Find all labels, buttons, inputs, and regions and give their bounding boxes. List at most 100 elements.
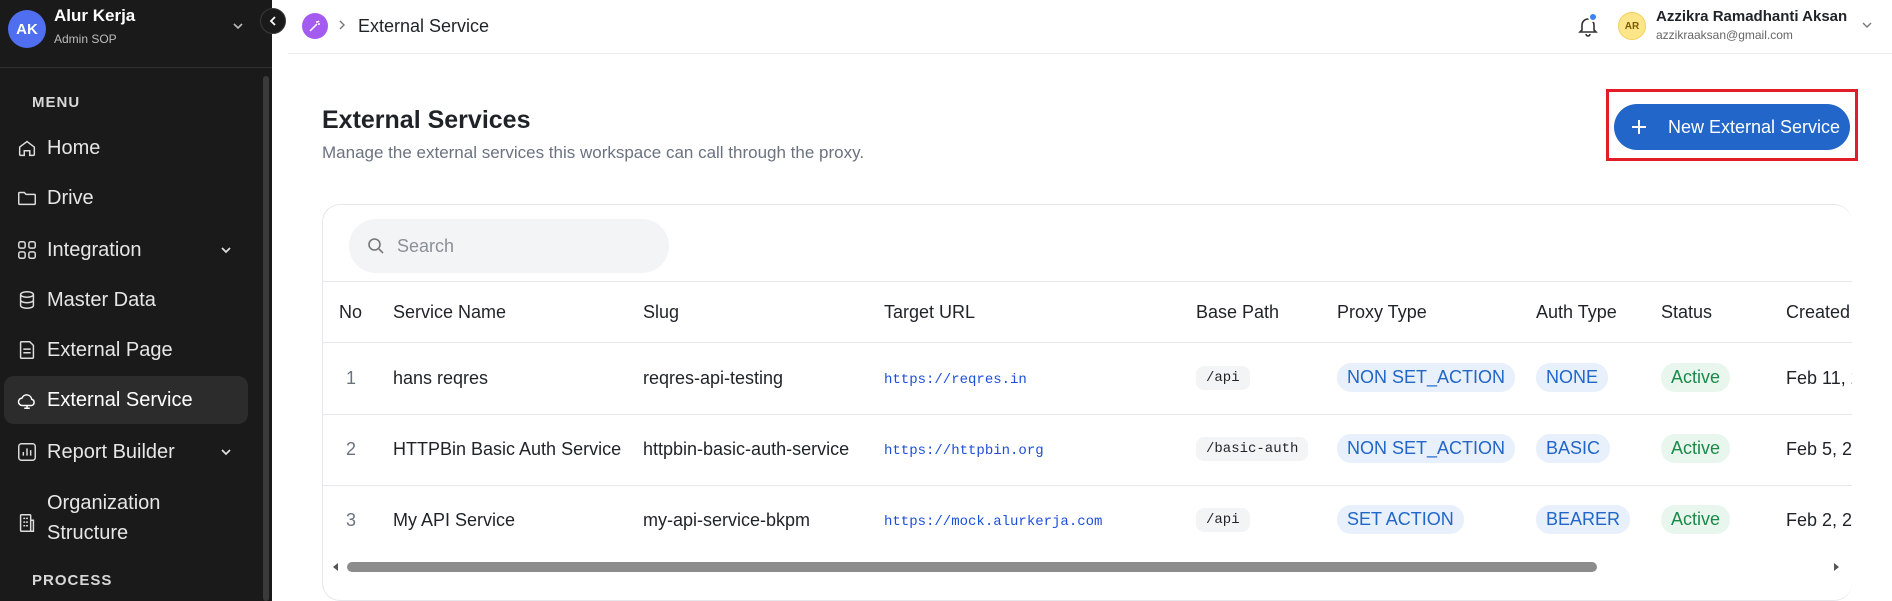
sidebar: AK Alur Kerja Admin SOP MENU Home Drive … [0, 0, 272, 601]
column-header-status[interactable]: Status [1661, 302, 1712, 323]
user-avatar[interactable]: AR [1618, 12, 1646, 40]
proxy-type-badge: NON SET_ACTION [1337, 363, 1516, 392]
cell-target-url[interactable]: https://httpbin.org [884, 443, 1044, 459]
sidebar-item-report-builder[interactable]: Report Builder [4, 428, 248, 476]
chevron-down-icon [221, 247, 231, 254]
status-badge: Active [1661, 363, 1731, 392]
process-section-label: PROCESS [32, 572, 113, 589]
user-email: azzikraaksan@gmail.com [1656, 28, 1793, 42]
sidebar-item-label: External Page [47, 338, 173, 361]
column-header-created[interactable]: Created [1786, 302, 1850, 323]
cell-created: Feb 2, 20 [1786, 510, 1852, 530]
plus-icon [1632, 120, 1646, 134]
chart-icon [18, 443, 36, 461]
topbar: External Service AR Azzikra Ramadhanti A… [288, 0, 1892, 54]
home-icon [18, 140, 36, 157]
cell-no: 1 [346, 368, 357, 388]
sidebar-item-organization-structure[interactable]: Organization Structure [4, 486, 248, 550]
proxy-type-badge: NON SET_ACTION [1337, 434, 1516, 463]
menu-section-label: MENU [32, 94, 81, 111]
cell-base-path: /api [1196, 508, 1250, 532]
cell-no: 3 [346, 510, 357, 530]
search-icon [368, 238, 384, 254]
cell-base-path: /basic-auth [1196, 437, 1309, 461]
status-badge: Active [1661, 505, 1731, 534]
cell-no: 2 [346, 439, 357, 459]
grid-icon [18, 241, 36, 259]
cell-base-path: /api [1196, 366, 1250, 390]
collapse-sidebar-button[interactable] [260, 8, 286, 34]
cell-slug: reqres-api-testing [643, 368, 784, 388]
workspace-avatar: AK [8, 10, 46, 48]
sidebar-item-label: Organization Structure [47, 492, 161, 544]
auth-type-badge: BEARER [1536, 505, 1631, 534]
new-external-service-button[interactable]: New External Service [1614, 104, 1850, 150]
table-row[interactable]: 3 My API Service my-api-service-bkpm htt… [323, 486, 1852, 557]
scroll-left-icon[interactable] [331, 562, 341, 572]
new-external-service-label: New External Service [1668, 116, 1841, 137]
document-icon [19, 341, 35, 359]
sidebar-item-label: Home [47, 136, 101, 159]
notification-dot [1588, 12, 1598, 22]
cell-service-name: My API Service [393, 510, 516, 530]
cell-created: Feb 11, 2 [1786, 368, 1852, 388]
sidebar-item-label: Master Data [47, 288, 156, 311]
breadcrumb-current: External Service [358, 16, 490, 36]
table-row[interactable]: 2 HTTPBin Basic Auth Service httpbin-bas… [323, 415, 1852, 486]
page-title: External Services [322, 106, 531, 134]
workspace-name: Alur Kerja [54, 6, 136, 25]
auth-type-badge: NONE [1536, 363, 1609, 392]
sidebar-item-label: Drive [47, 186, 94, 209]
column-header-service-name[interactable]: Service Name [393, 302, 506, 323]
column-header-proxy-type[interactable]: Proxy Type [1337, 302, 1427, 323]
column-header-slug[interactable]: Slug [643, 302, 679, 323]
services-table-card: No Service Name Slug Target URL Base Pat… [322, 204, 1852, 601]
chevron-left-icon [269, 16, 276, 26]
sidebar-item-external-page[interactable]: External Page [4, 326, 248, 374]
chevron-down-icon[interactable] [1860, 18, 1874, 32]
column-header-base-path[interactable]: Base Path [1196, 302, 1279, 323]
sidebar-item-external-service[interactable]: External Service [4, 376, 248, 424]
sidebar-item-master-data[interactable]: Master Data [4, 276, 248, 324]
cell-service-name: hans reqres [393, 368, 489, 388]
sidebar-item-label: External Service [47, 388, 193, 411]
search-input[interactable] [397, 231, 647, 261]
horizontal-scrollbar[interactable] [323, 559, 1852, 575]
column-header-auth-type[interactable]: Auth Type [1536, 302, 1617, 323]
page-subtitle: Manage the external services this worksp… [322, 143, 865, 162]
magic-wand-icon [309, 20, 320, 32]
database-icon [19, 291, 35, 309]
workspace-switcher[interactable]: AK Alur Kerja Admin SOP [0, 0, 272, 68]
scroll-right-icon[interactable] [1831, 562, 1841, 572]
cell-target-url[interactable]: https://mock.alurkerja.com [884, 514, 1102, 530]
status-badge: Active [1661, 434, 1731, 463]
column-header-no[interactable]: No [339, 302, 362, 323]
sidebar-item-label: Integration [47, 238, 142, 261]
sidebar-scrollbar[interactable] [263, 76, 269, 601]
table-row[interactable]: 1 hans reqres reqres-api-testing https:/… [323, 344, 1852, 415]
building-icon [19, 514, 35, 532]
breadcrumb-home[interactable] [302, 13, 328, 39]
auth-type-badge: BASIC [1536, 434, 1611, 463]
chevron-down-icon [233, 23, 243, 30]
scrollbar-thumb[interactable] [347, 562, 1597, 572]
cell-target-url[interactable]: https://reqres.in [884, 372, 1027, 388]
chevron-right-icon [339, 20, 345, 30]
proxy-type-badge: SET ACTION [1337, 505, 1464, 534]
folder-icon [18, 191, 36, 206]
cell-slug: my-api-service-bkpm [643, 510, 811, 530]
table-header: No Service Name Slug Target URL Base Pat… [323, 281, 1852, 343]
sidebar-item-home[interactable]: Home [4, 124, 248, 172]
cell-slug: httpbin-basic-auth-service [643, 439, 850, 459]
sidebar-item-drive[interactable]: Drive [4, 174, 248, 222]
column-header-target-url[interactable]: Target URL [884, 302, 975, 323]
cell-service-name: HTTPBin Basic Auth Service [393, 439, 622, 459]
workspace-role: Admin SOP [54, 32, 117, 46]
sidebar-item-label: Report Builder [47, 440, 175, 463]
cell-created: Feb 5, 20 [1786, 439, 1852, 459]
search-box[interactable] [349, 219, 669, 273]
user-name: Azzikra Ramadhanti Aksan [1656, 8, 1848, 25]
chevron-down-icon [221, 449, 231, 456]
cloud-icon [17, 394, 35, 409]
sidebar-item-integration[interactable]: Integration [4, 226, 248, 274]
